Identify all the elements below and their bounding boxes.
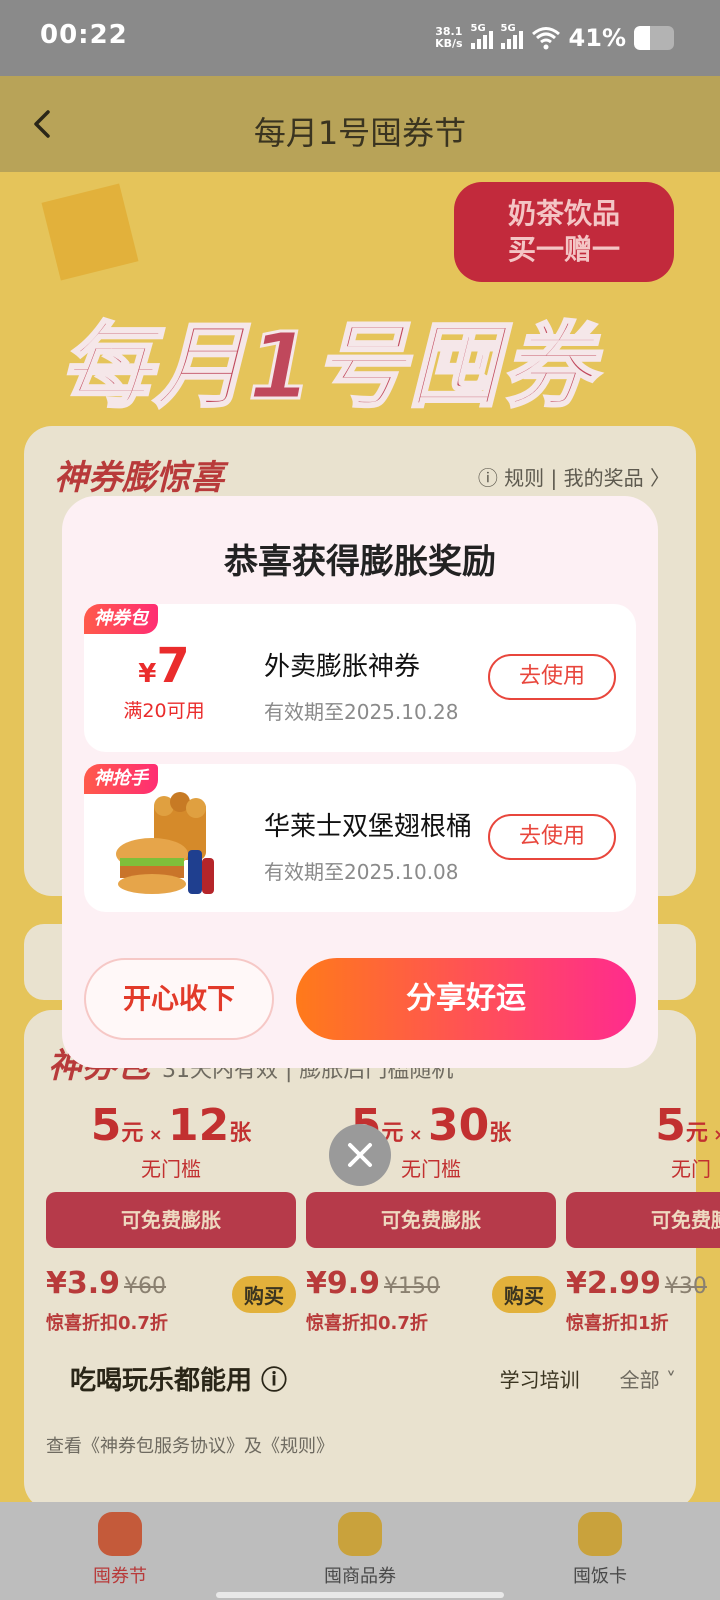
battery-percent: 41% <box>568 24 626 52</box>
pack-value: 5元 × 12张 <box>90 1100 252 1151</box>
prize-ribbon: 神券包 <box>84 604 158 634</box>
signal-1-icon: 5G <box>470 23 493 49</box>
surprise-card-title: 神券膨惊喜 <box>54 458 224 498</box>
burger-bucket-food-image <box>116 792 214 894</box>
prize-name: 外卖膨胀神券 <box>264 652 421 682</box>
network-speed: 38.1 KB/s <box>435 26 462 50</box>
category-all-dropdown[interactable]: 全部 ˅ <box>620 1364 676 1393</box>
nav-item-meal-card[interactable]: 囤饭卡 <box>480 1502 720 1600</box>
category-row: 吃喝玩乐都能用 ⓘ 学习培训 全部 ˅ <box>70 1360 676 1397</box>
cheese-cube-decoration <box>41 183 139 281</box>
buy-button[interactable]: 购买 <box>492 1276 556 1313</box>
coupon-amount: ¥7 满20可用 <box>104 638 224 723</box>
nav-item-product-coupons[interactable]: 囤商品券 <box>240 1502 480 1600</box>
coupon-condition: 满20可用 <box>123 700 205 722</box>
status-bar: 00:22 38.1 KB/s 5G 5G 41% <box>0 0 720 76</box>
card-icon <box>578 1512 622 1556</box>
battery-icon <box>634 26 674 50</box>
accept-button[interactable]: 开心收下 <box>84 958 274 1040</box>
rules-prizes-links[interactable]: ⓘ 规则 | 我的奖品 〉 <box>478 462 670 491</box>
hero-banner[interactable]: 奶茶饮品 买一赠一 每月1号囤券节 <box>40 172 680 555</box>
pack-value: 5元 × <box>655 1100 720 1151</box>
coupon-icon <box>338 1512 382 1556</box>
pack-free-expand: 可免费膨胀 <box>306 1192 556 1248</box>
dialog-title: 恭喜获得膨胀奖励 <box>224 542 496 582</box>
top-header: 每月1号囤券节 <box>0 76 720 172</box>
nav-label: 囤券节 <box>93 1566 147 1587</box>
pack-card[interactable]: 5元 × 12张 无门槛 可免费膨胀 ¥3.9 ¥60 购买 惊喜折扣0.7折 <box>46 1100 296 1335</box>
prize-item: 神抢手 华莱士双堡翅根桶 有效期至2025.10.08 去使用 <box>84 764 636 912</box>
promo-bubble: 奶茶饮品 买一赠一 <box>454 182 674 282</box>
battery-fill <box>634 26 651 50</box>
bottom-nav: 囤券节 囤商品券 囤饭卡 <box>0 1502 720 1600</box>
usage-scope-label: 吃喝玩乐都能用 ⓘ <box>70 1366 288 1396</box>
prize-ribbon: 神抢手 <box>84 764 158 794</box>
signal-2-icon: 5G <box>500 23 523 49</box>
nav-item-coupon-festival[interactable]: 囤券节 <box>0 1502 240 1600</box>
use-coupon-button[interactable]: 去使用 <box>488 814 616 860</box>
close-dialog-button[interactable] <box>329 1124 391 1186</box>
close-icon <box>348 1143 372 1167</box>
pack-threshold: 无门 <box>671 1157 711 1181</box>
prize-expiry: 有效期至2025.10.08 <box>264 860 459 884</box>
home-indicator[interactable] <box>216 1592 504 1598</box>
coupon-pack-section: 神券包 31天内有效 | 膨胀后门槛随机 5元 × 12张 无门槛 可免费膨胀 … <box>24 1010 720 1502</box>
pack-card[interactable]: 5元 × 无门 可免费膨 ¥2.99¥30 惊喜折扣1折 <box>566 1100 720 1335</box>
promo-bubble-line2: 买一赠一 <box>507 233 620 266</box>
wifi-icon <box>531 27 560 50</box>
network-speed-unit: KB/s <box>435 37 463 50</box>
status-icons: 38.1 KB/s 5G 5G 41% <box>435 22 674 54</box>
nav-label: 囤商品券 <box>324 1566 396 1587</box>
prize-expiry: 有效期至2025.10.28 <box>264 700 459 724</box>
prize-name: 华莱士双堡翅根桶 <box>264 812 473 842</box>
use-coupon-button[interactable]: 去使用 <box>488 654 616 700</box>
pack-discount: 惊喜折扣1折 <box>566 1313 669 1334</box>
page-title: 每月1号囤券节 <box>253 114 467 152</box>
pack-price: ¥2.99 ¥30 <box>566 1266 707 1301</box>
home-icon <box>98 1512 142 1556</box>
prize-item: 神券包 ¥7 满20可用 外卖膨胀神券 有效期至2025.10.28 去使用 <box>84 604 636 752</box>
pack-free-expand: 可免费膨 <box>566 1192 720 1248</box>
share-button[interactable]: 分享好运 <box>296 958 636 1040</box>
buy-button[interactable]: 购买 <box>232 1276 296 1313</box>
nav-label: 囤饭卡 <box>573 1566 627 1587</box>
pack-free-expand: 可免费膨胀 <box>46 1192 296 1248</box>
pack-threshold: 无门槛 <box>141 1157 201 1181</box>
agreement-link[interactable]: 查看《神券包服务协议》及《规则》 <box>46 1432 334 1458</box>
promo-bubble-line1: 奶茶饮品 <box>507 197 620 230</box>
status-time: 00:22 <box>40 20 128 50</box>
reward-dialog: 恭喜获得膨胀奖励 神券包 ¥7 满20可用 外卖膨胀神券 有效期至2025.10… <box>62 496 658 1068</box>
category-study[interactable]: 学习培训 <box>500 1364 580 1393</box>
